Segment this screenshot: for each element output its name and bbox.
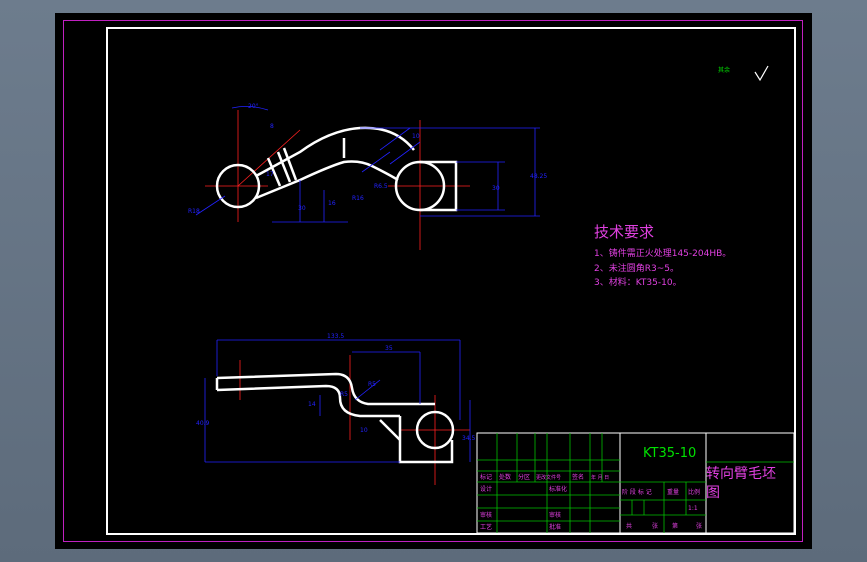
tech-requirement-3: 3、材料：KT35-10。 <box>594 278 682 288</box>
tb-mid-2: 批准 <box>549 523 561 531</box>
tb-mid-0: 标准化 <box>549 485 567 493</box>
dim-8: 8 <box>270 123 274 130</box>
surface-finish-symbol: 其余 <box>718 65 769 82</box>
tb-row-0: 设计 <box>480 485 492 493</box>
title-block-grid <box>477 433 794 533</box>
top-view-centerlines <box>205 110 470 250</box>
dim-10: 10 <box>412 133 420 140</box>
tb-row-2: 工艺 <box>480 523 492 531</box>
dim-14: 14 <box>308 401 316 408</box>
tech-requirements-title: 技术要求 <box>594 223 655 241</box>
dim-345: 34.5 <box>462 435 476 442</box>
part-name: 转向臂毛坯 <box>706 466 776 482</box>
top-view: 20° 8 17 R18 10 30 16 R16 R6.5 30 48.25 <box>188 103 547 250</box>
front-view-dimensions <box>204 339 471 463</box>
dim-35: 35 <box>385 345 393 352</box>
tb-footer-3: 张 <box>696 522 702 530</box>
dim-10: 10 <box>360 427 368 434</box>
tb-stage-0: 阶 段 标 记 <box>622 488 652 496</box>
tb-header-5: 年 月 日 <box>591 474 609 481</box>
dim-16: 16 <box>328 200 336 207</box>
dim-30a: 30 <box>298 205 306 212</box>
tb-footer-2: 第 <box>672 522 678 530</box>
dim-r5a: R5 <box>368 381 376 388</box>
front-view: 133.5 35 R5 R5 14 10 40.9 34.5 <box>196 333 476 485</box>
tech-requirement-1: 1、铸件需正火处理145-204HB。 <box>594 249 732 259</box>
tb-row-1: 审核 <box>480 511 492 519</box>
tb-header-3: 更改文件号 <box>536 474 561 481</box>
tb-stage-2: 比例 <box>688 488 700 496</box>
tb-footer-1: 张 <box>652 522 658 530</box>
part-name-line2: 图 <box>706 485 720 501</box>
tb-stage-1: 重量 <box>667 488 679 496</box>
tech-requirement-2: 2、未注圆角R3~5。 <box>594 264 679 274</box>
tb-header-1: 处数 <box>499 473 511 481</box>
dim-30b: 30 <box>492 185 500 192</box>
tb-footer-0: 共 <box>626 522 632 530</box>
front-view-outline <box>215 372 455 464</box>
dim-r65: R6.5 <box>374 183 388 190</box>
tb-scale: 1:1 <box>688 505 698 512</box>
dim-r5b: R5 <box>340 391 348 398</box>
title-block <box>476 432 795 534</box>
tb-header-4: 签名 <box>572 473 584 481</box>
surface-finish-label: 其余 <box>718 66 730 74</box>
drawing-code: KT35-10 <box>643 446 697 461</box>
tb-header-0: 标记 <box>480 473 492 481</box>
dim-r16: R16 <box>352 195 364 202</box>
dim-17: 17 <box>266 171 274 178</box>
dim-1335: 133.5 <box>327 333 344 340</box>
dim-r18: R18 <box>188 208 200 215</box>
dim-angle: 20° <box>248 103 259 110</box>
tb-mid-1: 审核 <box>549 511 561 519</box>
dim-4825: 48.25 <box>530 173 547 180</box>
dim-409: 40.9 <box>196 420 210 427</box>
front-view-centerlines <box>239 355 470 485</box>
tb-header-2: 分区 <box>518 473 530 481</box>
top-view-dim-text: 20° 8 17 R18 10 30 16 R16 R6.5 30 48.25 <box>188 103 547 215</box>
